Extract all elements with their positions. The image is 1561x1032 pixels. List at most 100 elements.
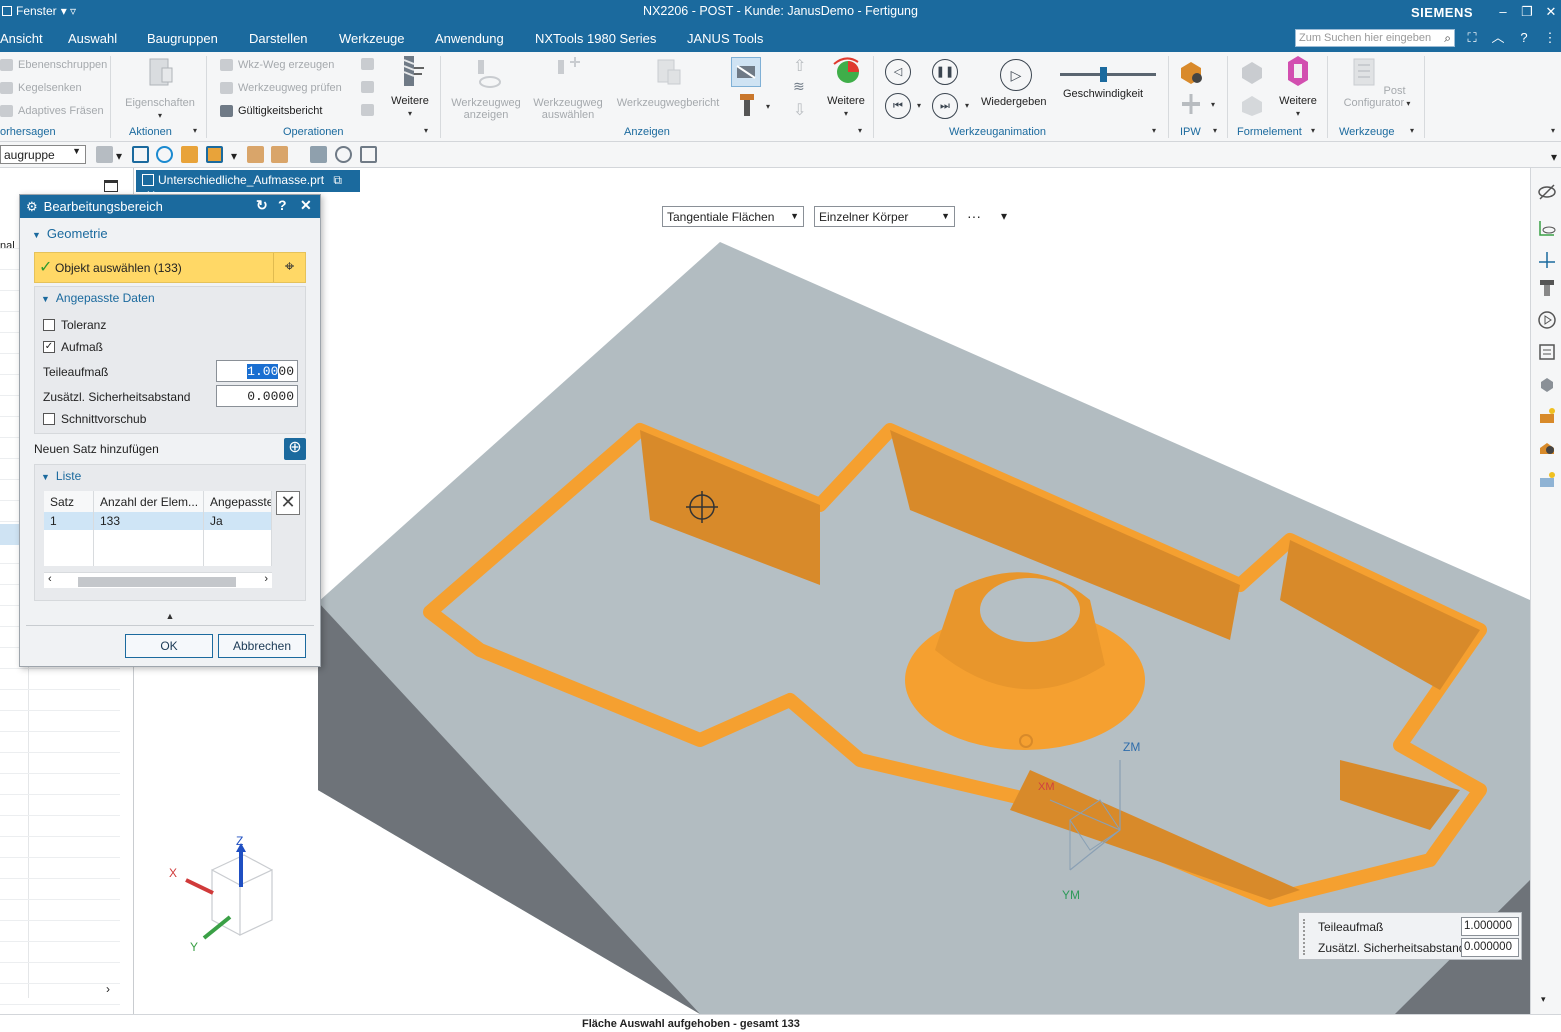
select-all-icon[interactable] bbox=[132, 146, 149, 163]
file-tab[interactable]: Unterschiedliche_Aufmasse.prt ⧉ ✕ bbox=[136, 170, 360, 202]
select-body-icon[interactable] bbox=[181, 146, 198, 163]
part-model[interactable]: ZM YM XM Z X Y bbox=[135, 193, 1530, 1014]
column-header-satz[interactable]: Satz bbox=[44, 491, 94, 512]
fullscreen-icon[interactable]: ⛶ bbox=[1463, 29, 1481, 47]
maximize-navigator-icon[interactable] bbox=[104, 180, 118, 192]
view-icon[interactable] bbox=[335, 146, 352, 163]
feature-add-icon[interactable] bbox=[1238, 92, 1266, 118]
ipw-icon[interactable] bbox=[1177, 58, 1205, 86]
close-dialog-icon[interactable]: ✕ bbox=[300, 197, 312, 214]
pause-button[interactable]: ❚❚ bbox=[932, 59, 958, 85]
dropdown-arrow-icon[interactable]: ▾ bbox=[917, 101, 921, 110]
speed-slider-thumb[interactable] bbox=[1100, 67, 1108, 82]
mcs-icon[interactable] bbox=[310, 146, 327, 163]
help-icon[interactable]: ? bbox=[278, 197, 287, 213]
view-csys-icon[interactable] bbox=[1537, 218, 1557, 238]
dropdown-arrow-icon[interactable]: ▾ bbox=[231, 149, 237, 163]
post-configurator-button[interactable]: Post Configurator ▾ bbox=[1334, 56, 1420, 110]
drag-handle-icon[interactable] bbox=[1303, 919, 1309, 955]
operation-icon[interactable] bbox=[361, 58, 374, 70]
collapse-dialog-icon[interactable]: ▲ bbox=[20, 611, 320, 621]
more-filters-button[interactable]: ··· bbox=[967, 208, 981, 224]
type-filter-select[interactable]: augruppe ▼ bbox=[0, 145, 86, 164]
ok-button[interactable]: OK bbox=[125, 634, 213, 658]
to-end-button[interactable]: ⏭ bbox=[932, 93, 958, 119]
layers-icon[interactable]: ≋ bbox=[793, 78, 805, 95]
dialog-header[interactable]: ⚙ Bearbeitungsbereich ↻ ? ✕ bbox=[20, 195, 320, 218]
body-rule-select[interactable]: Einzelner Körper ▼ bbox=[814, 205, 955, 227]
table-hscrollbar[interactable]: ‹ › bbox=[44, 572, 272, 588]
dropdown-arrow-icon[interactable]: ▾ bbox=[1001, 209, 1007, 223]
select-feature-icon[interactable] bbox=[206, 146, 223, 163]
scroll-right-icon[interactable]: › bbox=[264, 573, 268, 585]
group-dropdown-icon[interactable]: ▾ bbox=[1213, 126, 1217, 135]
select-face-icon[interactable] bbox=[156, 146, 173, 163]
cancel-button[interactable]: Abbrechen bbox=[218, 634, 306, 658]
group-dropdown-icon[interactable]: ▾ bbox=[1410, 126, 1414, 135]
scroll-left-icon[interactable]: ‹ bbox=[48, 573, 52, 585]
reuse-library-icon[interactable] bbox=[1537, 438, 1557, 458]
group-dropdown-icon[interactable]: ▾ bbox=[1311, 126, 1315, 135]
section-geometrie[interactable]: ▼ Geometrie bbox=[32, 226, 108, 241]
group-dropdown-icon[interactable]: ▾ bbox=[858, 126, 862, 135]
navigator-row[interactable] bbox=[0, 837, 120, 858]
step-back-button[interactable]: ◁ bbox=[885, 59, 911, 85]
teileaufmass-input[interactable]: 1.0000 bbox=[216, 360, 298, 382]
navigator-row[interactable] bbox=[0, 774, 120, 795]
play-button[interactable]: ▷ bbox=[1000, 59, 1032, 91]
filter-icon[interactable] bbox=[96, 146, 113, 163]
kegelsenken-button[interactable]: Kegelsenken bbox=[0, 82, 82, 94]
crosshair-target-icon[interactable]: ⌖ bbox=[273, 253, 305, 282]
command-search-input[interactable]: Zum Suchen hier eingeben ⌕ bbox=[1295, 29, 1455, 47]
scrollbar-thumb[interactable] bbox=[78, 577, 236, 587]
table-row[interactable]: 1 133 Ja bbox=[44, 512, 272, 530]
collapse-ribbon-icon[interactable]: ︿ bbox=[1489, 29, 1507, 47]
history-icon[interactable] bbox=[1537, 406, 1557, 426]
dyn-sicherheitsabstand-input[interactable]: 0.000000 bbox=[1461, 938, 1519, 957]
roles-icon[interactable] bbox=[1537, 470, 1557, 490]
select-object-row[interactable]: ✓ Objekt auswählen (133) ⌖ bbox=[34, 252, 306, 283]
navigator-row[interactable] bbox=[0, 690, 120, 711]
navigator-row[interactable] bbox=[0, 963, 120, 984]
operation-icon[interactable] bbox=[361, 104, 374, 116]
tool-holder-icon[interactable] bbox=[738, 92, 756, 118]
section-angepasste-daten[interactable]: ▼ Angepasste Daten bbox=[41, 291, 155, 305]
more-options-icon[interactable]: ⋮ bbox=[1541, 29, 1559, 47]
operation-icon[interactable] bbox=[361, 81, 374, 93]
tool-icon[interactable] bbox=[1537, 278, 1557, 298]
group-dropdown-icon[interactable]: ▾ bbox=[1152, 126, 1156, 135]
eigenschaften-button[interactable]: Eigenschaften ▾ bbox=[122, 56, 198, 122]
navigator-selected-row[interactable] bbox=[0, 524, 20, 545]
werkzeugweg-auswaehlen-button[interactable]: Werkzeugweg auswählen bbox=[530, 56, 606, 121]
section-liste[interactable]: ▼ Liste bbox=[41, 469, 81, 483]
restore-button[interactable]: ❐ bbox=[1517, 2, 1537, 22]
dropdown-arrow-icon[interactable]: ▾ bbox=[965, 101, 969, 110]
navigator-row[interactable] bbox=[0, 795, 120, 816]
reset-icon[interactable]: ↻ bbox=[256, 197, 268, 214]
navigator-row[interactable] bbox=[0, 732, 120, 753]
dropdown-arrow-icon[interactable]: ▾ bbox=[766, 102, 770, 111]
minimize-button[interactable]: – bbox=[1493, 2, 1513, 22]
navigator-row[interactable] bbox=[0, 816, 120, 837]
menu-ansicht[interactable]: Ansicht bbox=[0, 31, 43, 46]
play-circle-icon[interactable] bbox=[1537, 310, 1557, 330]
snap-icon[interactable] bbox=[360, 146, 377, 163]
assembly-nav-icon[interactable] bbox=[1537, 374, 1557, 394]
face-rule-select[interactable]: Tangentiale Flächen ▼ bbox=[662, 205, 804, 227]
aufmass-checkbox[interactable]: ✓ Aufmaß bbox=[43, 340, 103, 354]
navigator-row[interactable] bbox=[0, 921, 120, 942]
navigator-row[interactable] bbox=[0, 858, 120, 879]
group-dropdown-icon[interactable]: ▾ bbox=[424, 126, 428, 135]
navigator-row[interactable] bbox=[0, 879, 120, 900]
navigator-row[interactable] bbox=[0, 984, 120, 1005]
add-set-button[interactable]: ⊕ bbox=[284, 438, 306, 460]
graphics-window[interactable]: ZM YM XM Z X Y bbox=[135, 193, 1530, 1014]
werkzeugweg-anzeigen-button[interactable]: Werkzeugweg anzeigen bbox=[448, 56, 524, 121]
close-window-button[interactable]: ✕ bbox=[1541, 2, 1561, 22]
part-icon[interactable] bbox=[247, 146, 264, 163]
toleranz-checkbox[interactable]: Toleranz bbox=[43, 318, 106, 332]
dyn-teileaufmass-input[interactable]: 1.000000 bbox=[1461, 917, 1519, 936]
dropdown-arrow-icon[interactable]: ▾ bbox=[116, 149, 122, 163]
delete-set-button[interactable]: ✕ bbox=[276, 491, 300, 515]
ebenenschruppen-button[interactable]: Ebenenschruppen bbox=[0, 59, 107, 71]
